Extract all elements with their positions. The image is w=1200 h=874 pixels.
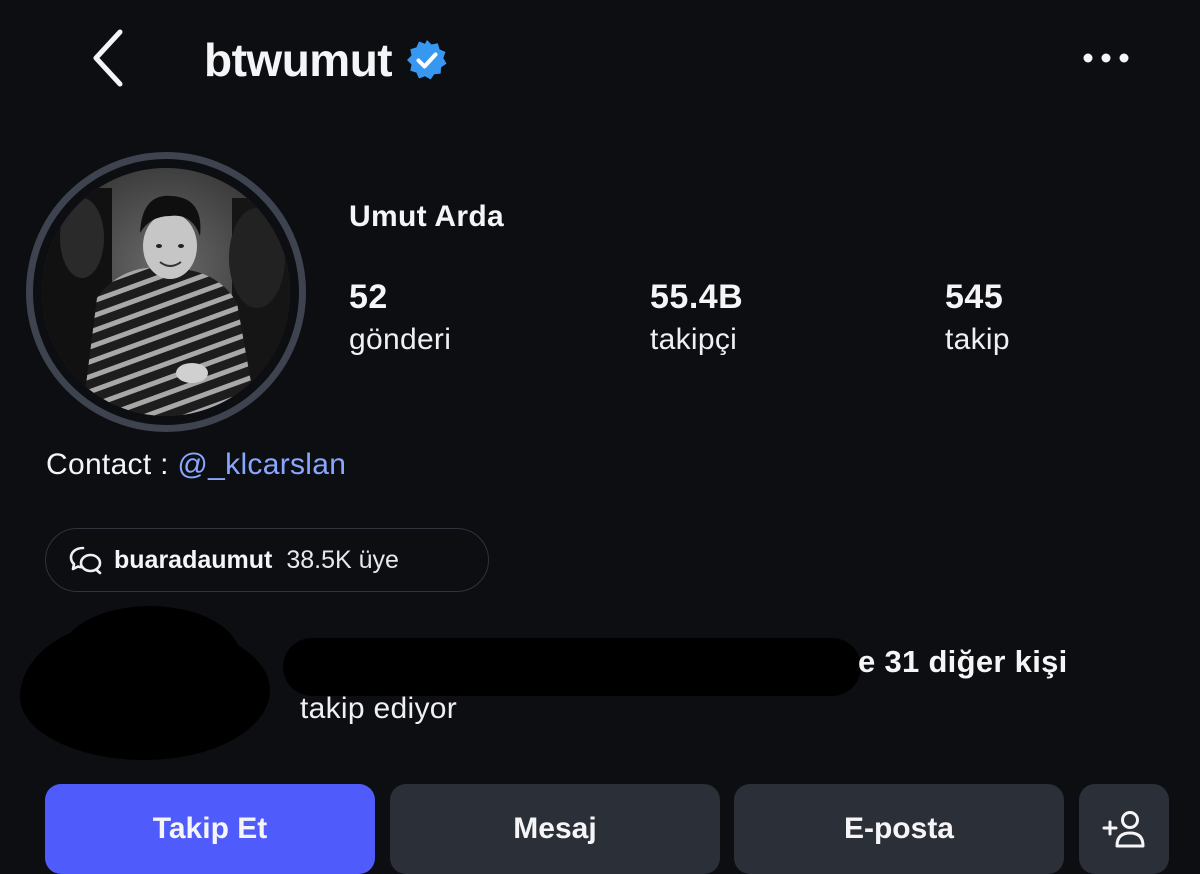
redaction-mark <box>283 638 861 696</box>
broadcast-channel-chip[interactable]: buaradaumut 38.5K üye <box>45 528 489 592</box>
suggested-users-button[interactable] <box>1079 784 1169 874</box>
stat-followers-count: 55.4B <box>650 278 744 316</box>
stat-followers[interactable]: 55.4B takipçi <box>650 276 743 362</box>
display-name: Umut Arda <box>349 200 504 233</box>
username: btwumut <box>204 34 393 86</box>
stat-followers-label: takipçi <box>650 323 738 356</box>
stat-following-count: 545 <box>945 278 1004 316</box>
stat-posts-label: gönderi <box>349 323 452 356</box>
contact-mention-link[interactable]: @_klcarslan <box>177 448 346 481</box>
redaction-mark <box>60 606 240 706</box>
stat-posts-count: 52 <box>349 278 388 316</box>
channel-name: buaradaumut <box>114 545 273 574</box>
stat-following-label: takip <box>945 323 1010 356</box>
contact-prefix: Contact : <box>46 448 178 481</box>
message-button[interactable]: Mesaj <box>390 784 720 874</box>
more-options-button[interactable] <box>1074 36 1138 80</box>
more-horizontal-icon <box>1083 53 1129 63</box>
verified-badge-icon <box>406 39 448 81</box>
back-button[interactable] <box>78 26 138 90</box>
story-ring[interactable] <box>26 152 306 432</box>
follow-button[interactable]: Takip Et <box>45 784 375 874</box>
add-person-icon <box>1102 811 1145 848</box>
stat-posts[interactable]: 52 gönderi <box>349 276 451 362</box>
stat-following[interactable]: 545 takip <box>945 276 1010 362</box>
channel-members: 38.5K üye <box>286 545 399 574</box>
profile-header: btwumut <box>204 30 448 90</box>
email-button[interactable]: E-posta <box>734 784 1064 874</box>
avatar[interactable] <box>42 168 290 416</box>
avatar-photo <box>42 168 290 416</box>
chat-bubbles-icon <box>68 542 104 578</box>
bio-contact: Contact : @_klcarslan <box>46 448 346 482</box>
followed-by-text-line2: takip ediyor <box>300 692 458 725</box>
chevron-left-icon <box>93 29 123 87</box>
followed-by[interactable]: e 31 diğer kişi takip ediyor <box>0 600 1200 770</box>
followed-by-text: e 31 diğer kişi <box>858 644 1068 679</box>
